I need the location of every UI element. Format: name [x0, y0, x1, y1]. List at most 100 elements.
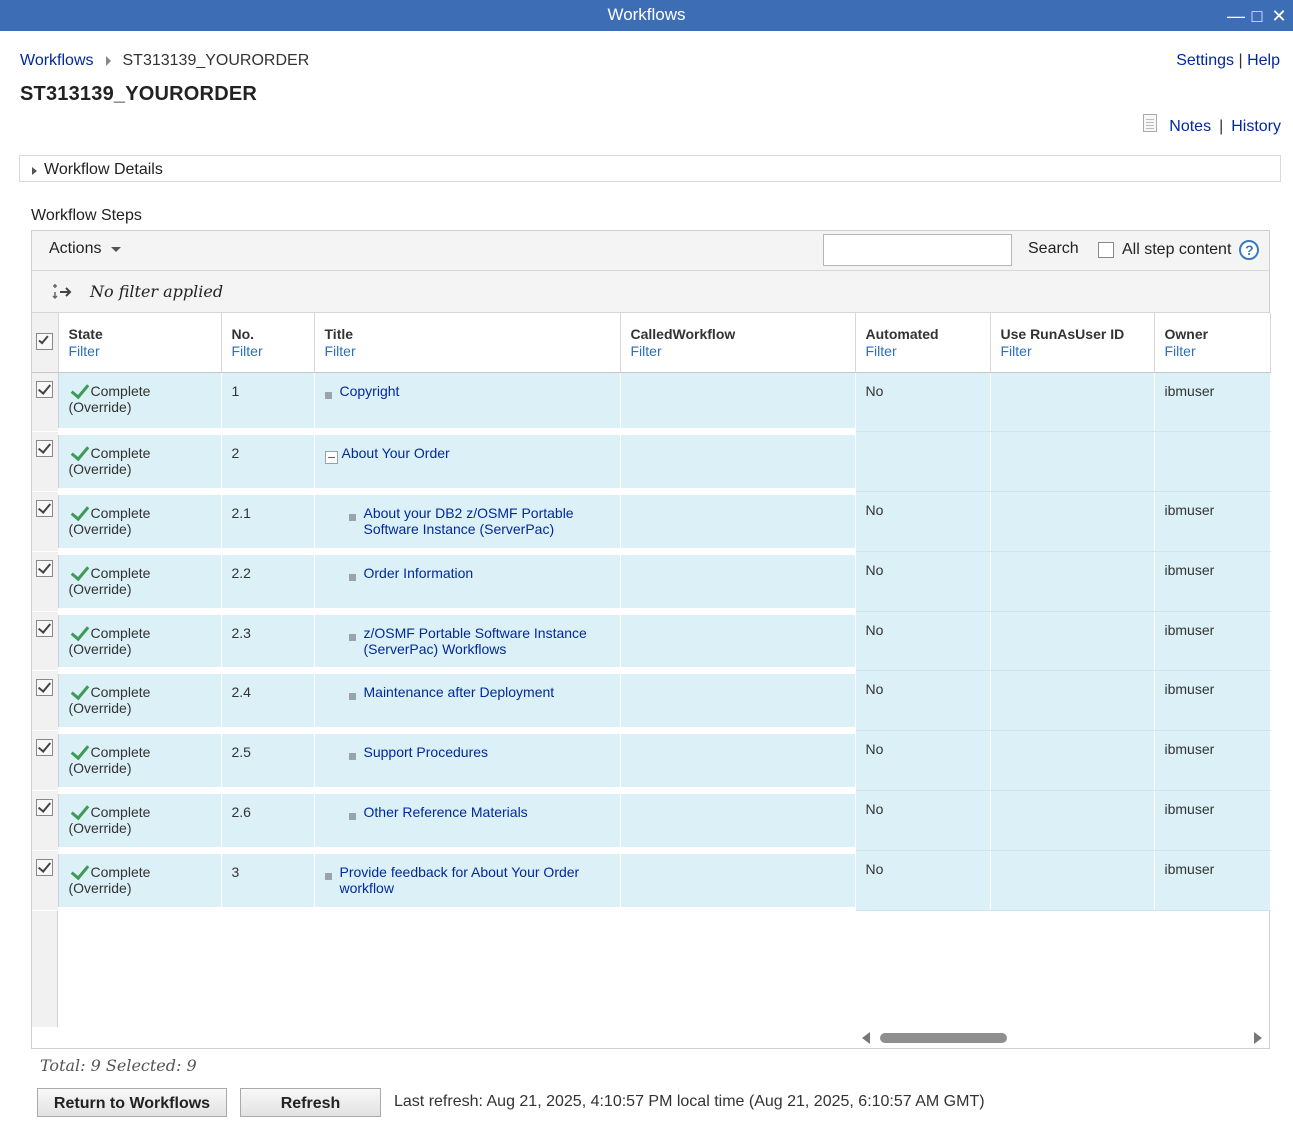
maximize-icon[interactable]: □: [1249, 7, 1265, 25]
runasuser-cell: [990, 611, 1155, 672]
collapse-icon[interactable]: [324, 451, 338, 465]
close-icon[interactable]: ✕: [1271, 7, 1287, 25]
title-cell: z/OSMF Portable Software Instance (Serve…: [314, 611, 621, 675]
help-icon[interactable]: ?: [1239, 240, 1260, 260]
calledworkflow-cell: [620, 372, 856, 436]
notes-link[interactable]: Notes: [1169, 118, 1211, 136]
state-text: Complete: [90, 684, 151, 701]
help-link[interactable]: Help: [1247, 52, 1280, 69]
title-cell: About Your Order: [314, 431, 621, 496]
select-all-checkbox[interactable]: [36, 333, 53, 350]
scrollbar-thumb[interactable]: [880, 1033, 1007, 1043]
table-row[interactable]: Complete (Override) 2.3 z/OSMF Portable Sof…: [32, 611, 1271, 675]
row-select-cell: [32, 491, 59, 552]
step-title-link[interactable]: Support Procedures: [364, 744, 489, 764]
row-select-checkbox[interactable]: [36, 500, 53, 518]
column-header-automated[interactable]: Automated Filter: [855, 313, 991, 373]
chevron-down-icon: [111, 246, 122, 252]
search-input[interactable]: [823, 234, 1012, 266]
table-row[interactable]: Complete (Override) 2.2 Order Information No…: [32, 551, 1271, 615]
column-header-state[interactable]: State Filter: [58, 313, 222, 373]
step-bullet-icon: [348, 573, 356, 581]
minimize-icon[interactable]: —: [1227, 7, 1245, 25]
workflow-steps-label: Workflow Steps: [31, 207, 142, 224]
expand-triangle-icon[interactable]: [32, 167, 37, 175]
column-header-label: State: [68, 326, 103, 342]
breadcrumb-workflows-link[interactable]: Workflows: [20, 52, 94, 70]
row-select-checkbox[interactable]: [36, 799, 53, 817]
row-select-checkbox[interactable]: [36, 440, 53, 458]
scroll-right-icon[interactable]: [1254, 1032, 1262, 1044]
column-header-calledworkflow[interactable]: CalledWorkflow Filter: [620, 313, 856, 373]
column-filter-link[interactable]: Filter: [325, 343, 610, 359]
step-title-link[interactable]: About Your Order: [342, 445, 450, 465]
row-select-cell: [32, 790, 59, 851]
step-bullet-icon: [324, 872, 332, 880]
refresh-button[interactable]: Refresh: [240, 1088, 381, 1117]
title-cell: Support Procedures: [314, 730, 621, 795]
table-row[interactable]: Complete (Override) 2.4 Maintenance after D…: [32, 670, 1271, 735]
column-filter-link[interactable]: Filter: [631, 343, 845, 359]
column-header-owner[interactable]: Owner Filter: [1154, 313, 1271, 373]
state-note: (Override): [68, 521, 132, 538]
table-row[interactable]: Complete (Override) 3 Provide feedback for …: [32, 850, 1271, 914]
step-title-link[interactable]: Other Reference Materials: [364, 804, 528, 824]
row-select-checkbox[interactable]: [36, 619, 53, 637]
state-note: (Override): [68, 461, 132, 478]
all-step-content-toggle: All step content ?: [1098, 240, 1260, 260]
column-filter-link[interactable]: Filter: [1165, 343, 1260, 359]
row-select-checkbox[interactable]: [36, 679, 53, 697]
column-header-title[interactable]: Title Filter: [314, 313, 621, 373]
workflow-details-label: Workflow Details: [44, 161, 163, 178]
table-row[interactable]: Complete (Override) 2.6 Other Reference Mat…: [32, 790, 1271, 854]
window-titlebar: Workflows — □ ✕: [0, 0, 1293, 31]
column-filter-link[interactable]: Filter: [69, 343, 211, 359]
automated-cell: No: [855, 611, 991, 672]
step-title-link[interactable]: Maintenance after Deployment: [364, 684, 555, 704]
complete-check-icon: [69, 626, 89, 640]
title-cell: Maintenance after Deployment: [314, 670, 621, 735]
owner-cell: ibmuser: [1154, 850, 1271, 911]
column-filter-link[interactable]: Filter: [1001, 343, 1144, 359]
state-cell: Complete (Override): [58, 491, 222, 555]
step-title-link[interactable]: z/OSMF Portable Software Instance (Serve…: [364, 625, 610, 657]
scroll-left-icon[interactable]: [862, 1032, 870, 1044]
row-select-checkbox[interactable]: [36, 739, 53, 757]
number-cell: 1: [221, 372, 315, 436]
actions-menu[interactable]: Actions: [49, 240, 122, 258]
owner-cell: ibmuser: [1154, 790, 1271, 851]
all-step-content-checkbox[interactable]: [1098, 242, 1114, 258]
state-note: (Override): [68, 820, 132, 837]
title-cell: Order Information: [314, 551, 621, 615]
state-text: Complete: [90, 624, 151, 641]
column-header-number[interactable]: No. Filter: [221, 313, 315, 373]
history-link[interactable]: History: [1231, 118, 1281, 136]
horizontal-scrollbar[interactable]: [862, 1031, 1262, 1045]
filter-arrows-icon[interactable]: [52, 282, 74, 302]
column-filter-link[interactable]: Filter: [866, 343, 980, 359]
runasuser-cell: [990, 551, 1155, 612]
step-title-link[interactable]: Copyright: [340, 383, 400, 403]
column-header-runasuser[interactable]: Use RunAsUser ID Filter: [990, 313, 1155, 373]
search-button[interactable]: Search: [1028, 240, 1079, 258]
column-filter-link[interactable]: Filter: [232, 343, 304, 359]
settings-link[interactable]: Settings: [1176, 52, 1234, 69]
row-select-cell: [32, 431, 59, 493]
return-to-workflows-button[interactable]: Return to Workflows: [37, 1088, 227, 1117]
table-row[interactable]: Complete (Override) 2.5 Support Procedures N…: [32, 730, 1271, 795]
calledworkflow-cell: [620, 431, 856, 496]
row-select-checkbox[interactable]: [36, 559, 53, 577]
row-select-checkbox[interactable]: [36, 858, 53, 876]
automated-cell: No: [855, 670, 991, 732]
runasuser-cell: [990, 431, 1155, 493]
notes-icon[interactable]: [1143, 114, 1158, 132]
table-row[interactable]: Complete (Override) 2 About Your Order: [32, 431, 1271, 496]
row-select-checkbox[interactable]: [36, 380, 53, 398]
table-row[interactable]: Complete (Override) 1 Copyright No ibmuser: [32, 372, 1271, 436]
step-title-link[interactable]: About your DB2 z/OSMF Portable Software …: [364, 505, 610, 537]
workflow-details-section[interactable]: Workflow Details: [19, 155, 1281, 182]
title-cell: Copyright: [314, 372, 621, 436]
step-title-link[interactable]: Provide feedback for About Your Order wo…: [340, 864, 610, 896]
step-title-link[interactable]: Order Information: [364, 565, 474, 585]
table-row[interactable]: Complete (Override) 2.1 About your DB2 z/OS…: [32, 491, 1271, 555]
